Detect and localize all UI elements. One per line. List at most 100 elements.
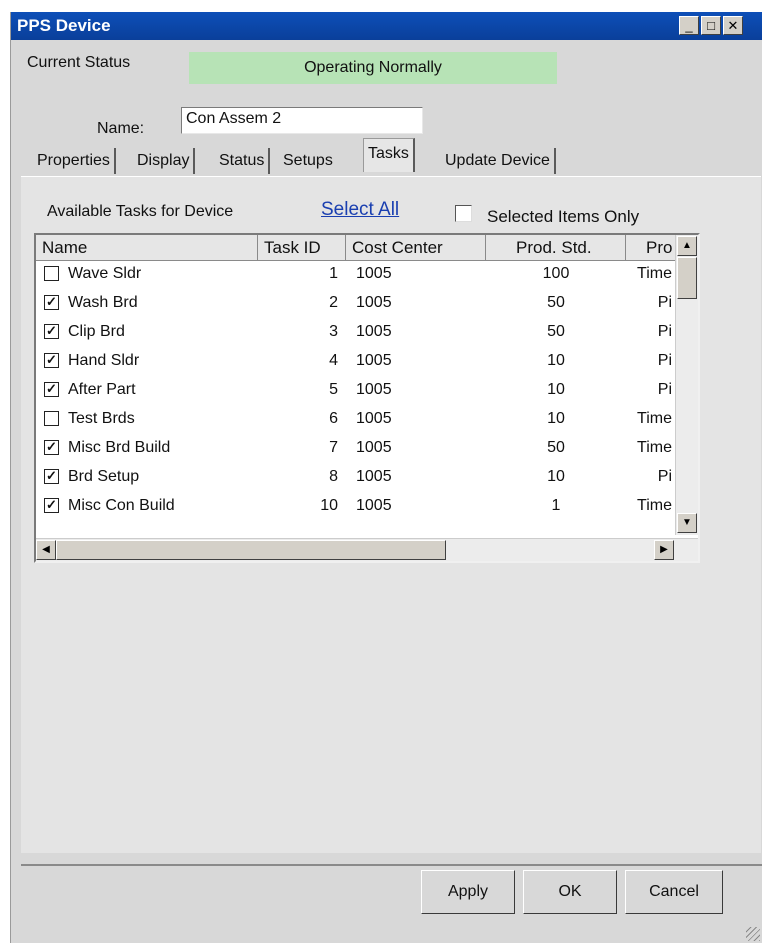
task-name: Wave Sldr [68, 265, 142, 282]
pro-value: Pi [657, 381, 672, 398]
prod-std: 10 [547, 352, 565, 369]
table-row[interactable]: ✓ Hand Sldr 4 1005 10 Pi [36, 349, 676, 373]
column-header-pro[interactable]: Pro [626, 235, 676, 261]
cost-center: 1005 [356, 410, 392, 427]
table-row[interactable]: ✓ Misc Con Build 10 1005 1 Time [36, 494, 676, 518]
pps-device-window: PPS Device _ □ ✕ Current Status Operatin… [10, 12, 762, 943]
maximize-icon[interactable]: □ [701, 16, 721, 35]
separator [21, 864, 762, 866]
scroll-left-icon[interactable]: ◀ [36, 540, 56, 560]
task-name: After Part [68, 381, 136, 398]
column-header-cost-center[interactable]: Cost Center [346, 235, 486, 261]
minimize-icon[interactable]: _ [679, 16, 699, 35]
scroll-up-icon[interactable]: ▲ [677, 236, 697, 256]
selected-items-only-checkbox[interactable] [455, 205, 472, 222]
apply-button[interactable]: Apply [421, 870, 515, 914]
tab-display[interactable]: Display [133, 148, 196, 174]
row-checkbox[interactable]: ✓ [44, 295, 59, 310]
cancel-button[interactable]: Cancel [625, 870, 723, 914]
task-id: 2 [329, 294, 338, 311]
task-name: Hand Sldr [68, 352, 140, 369]
name-field[interactable]: Con Assem 2 [181, 107, 423, 134]
pro-value: Pi [657, 468, 672, 485]
table-row[interactable]: ✓ Brd Setup 8 1005 10 Pi [36, 465, 676, 489]
row-checkbox[interactable]: ✓ [44, 353, 59, 368]
prod-std: 1 [551, 497, 561, 514]
vertical-scrollbar[interactable]: ▲ ▼ [675, 235, 698, 535]
row-checkbox[interactable]: ✓ [44, 324, 59, 339]
task-id: 8 [329, 468, 338, 485]
cost-center: 1005 [356, 294, 392, 311]
cost-center: 1005 [356, 468, 392, 485]
available-tasks-label: Available Tasks for Device [47, 203, 234, 220]
task-name: Misc Brd Build [68, 439, 171, 456]
column-header-prod-std[interactable]: Prod. Std. [486, 235, 626, 261]
cost-center: 1005 [356, 265, 392, 282]
table-row[interactable]: ✓ Wash Brd 2 1005 50 Pi [36, 291, 676, 315]
cost-center: 1005 [356, 323, 392, 340]
row-checkbox[interactable] [44, 411, 59, 426]
tab-tasks[interactable]: Tasks [363, 138, 415, 172]
tab-update-device[interactable]: Update Device [441, 148, 556, 174]
row-checkbox[interactable] [44, 266, 59, 281]
pro-value: Time [637, 410, 672, 427]
task-name: Wash Brd [68, 294, 138, 311]
tab-setups[interactable]: Setups [279, 148, 337, 174]
title-bar[interactable]: PPS Device _ □ ✕ [11, 12, 762, 40]
status-indicator: Operating Normally [189, 52, 557, 84]
task-id: 6 [329, 410, 338, 427]
tab-status[interactable]: Status [215, 148, 271, 174]
prod-std: 50 [547, 323, 565, 340]
prod-std: 10 [547, 381, 565, 398]
horizontal-scroll-thumb[interactable] [56, 540, 446, 560]
task-name: Test Brds [68, 410, 135, 427]
close-icon[interactable]: ✕ [723, 16, 743, 35]
cost-center: 1005 [356, 352, 392, 369]
cost-center: 1005 [356, 497, 392, 514]
vertical-scroll-thumb[interactable] [677, 257, 697, 299]
task-id: 5 [329, 381, 338, 398]
selected-items-only-label: Selected Items Only [487, 207, 640, 226]
window-title: PPS Device [17, 16, 111, 35]
table-row[interactable]: ✓ After Part 5 1005 10 Pi [36, 378, 676, 402]
task-id: 1 [329, 265, 338, 282]
pro-value: Pi [657, 352, 672, 369]
scroll-right-icon[interactable]: ▶ [654, 540, 674, 560]
table-row[interactable]: ✓ Clip Brd 3 1005 50 Pi [36, 320, 676, 344]
column-header-task-id[interactable]: Task ID [258, 235, 346, 261]
cost-center: 1005 [356, 439, 392, 456]
resize-grip-icon[interactable] [746, 927, 760, 941]
pro-value: Time [637, 497, 672, 514]
tab-properties[interactable]: Properties [33, 148, 116, 174]
tasks-table: Name Task ID Cost Center Prod. Std. Pro … [34, 233, 700, 563]
column-header-name[interactable]: Name [36, 235, 258, 261]
pro-value: Time [637, 439, 672, 456]
table-row[interactable]: ✓ Misc Brd Build 7 1005 50 Time [36, 436, 676, 460]
cost-center: 1005 [356, 381, 392, 398]
table-row[interactable]: Wave Sldr 1 1005 100 Time [36, 262, 676, 286]
horizontal-scrollbar[interactable]: ◀ ▶ [36, 538, 698, 561]
task-id: 10 [320, 497, 338, 514]
row-checkbox[interactable]: ✓ [44, 498, 59, 513]
prod-std: 10 [547, 410, 565, 427]
table-row[interactable]: Test Brds 6 1005 10 Time [36, 407, 676, 431]
prod-std: 100 [542, 265, 570, 282]
prod-std: 50 [547, 439, 565, 456]
task-id: 4 [329, 352, 338, 369]
task-name: Clip Brd [68, 323, 125, 340]
pro-value: Pi [657, 294, 672, 311]
task-id: 3 [329, 323, 338, 340]
task-name: Misc Con Build [68, 497, 175, 514]
ok-button[interactable]: OK [523, 870, 617, 914]
row-checkbox[interactable]: ✓ [44, 382, 59, 397]
scroll-down-icon[interactable]: ▼ [677, 513, 697, 533]
task-id: 7 [329, 439, 338, 456]
row-checkbox[interactable]: ✓ [44, 440, 59, 455]
select-all-link[interactable]: Select All [321, 199, 399, 221]
task-name: Brd Setup [68, 468, 140, 485]
prod-std: 50 [547, 294, 565, 311]
current-status-label: Current Status [27, 54, 131, 71]
pro-value: Time [637, 265, 672, 282]
name-label: Name: [97, 120, 145, 137]
row-checkbox[interactable]: ✓ [44, 469, 59, 484]
